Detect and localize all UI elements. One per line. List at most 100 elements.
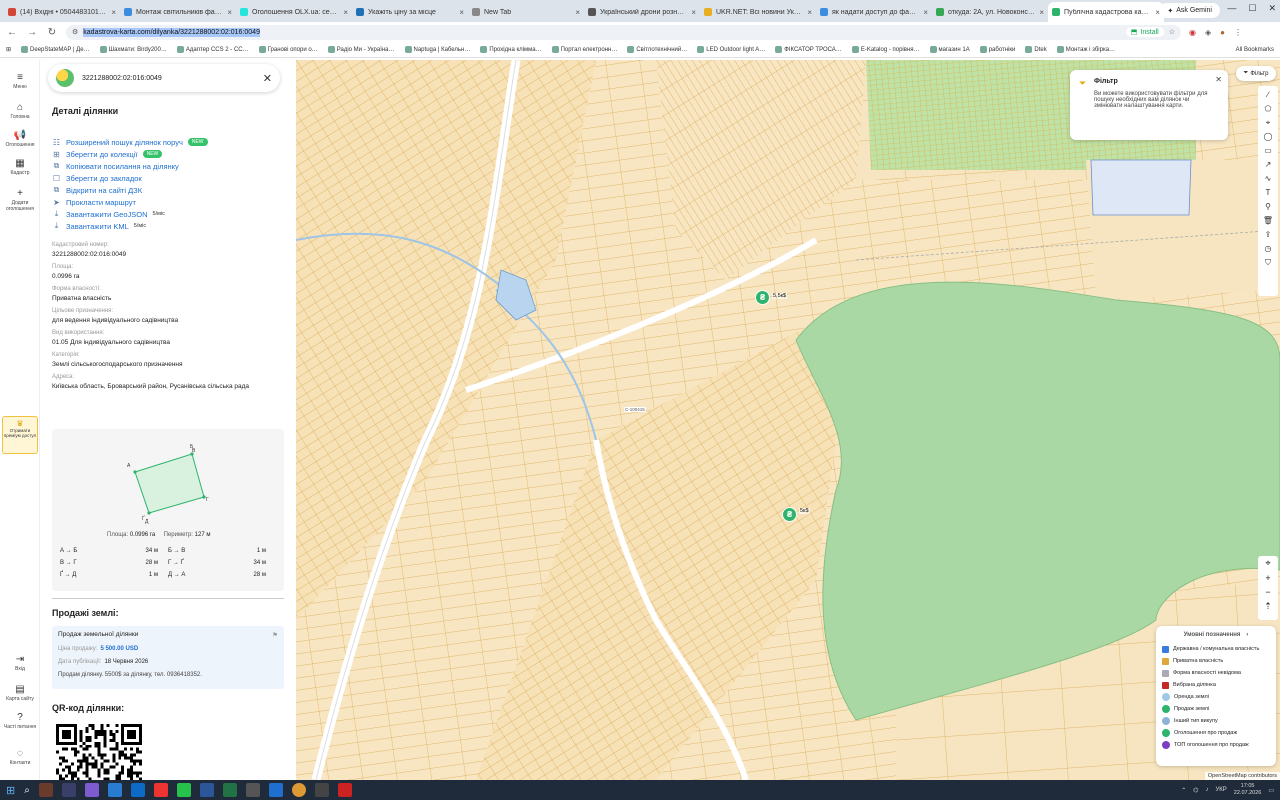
close-window-icon[interactable]: ✕ — [1268, 3, 1276, 14]
language-indicator[interactable]: УКР — [1215, 787, 1226, 793]
rail-contacts[interactable]: ◌ Контакти — [0, 748, 40, 766]
address-bar[interactable]: ⚙ kadastrova-karta.com/dilyanka/32212880… — [66, 24, 1181, 40]
locate-icon[interactable]: ⌖ — [1265, 558, 1270, 569]
parcel-action-link[interactable]: ⊞ Зберегти до колекції NEW — [52, 148, 288, 160]
bookmark-icon[interactable]: ⛉ — [1265, 257, 1271, 268]
back-icon[interactable]: ← — [6, 27, 18, 38]
bookmark-item[interactable]: Naptuga | Кабельн… — [404, 46, 470, 53]
parcel-action-link[interactable]: ☷ Розширений пошук ділянок поруч NEW — [52, 136, 288, 148]
draw-line-icon[interactable]: ∕ — [1267, 89, 1268, 100]
all-bookmarks-button[interactable]: All Bookmarks — [1236, 47, 1274, 53]
tray-up-icon[interactable]: ⌃ — [1181, 787, 1186, 794]
flag-icon[interactable]: ⚑ — [272, 631, 278, 639]
cadastral-map[interactable]: ₴ 5,5к$ ₴ 5к$ С-100415 ⏷ Фільтр Ви может… — [296, 60, 1280, 780]
zoom-in-icon[interactable]: + — [1265, 573, 1270, 583]
share-icon[interactable]: ⇪ — [1265, 229, 1272, 240]
history-icon[interactable]: ◷ — [1265, 243, 1272, 254]
app-icon[interactable] — [38, 783, 53, 797]
browser-tab[interactable]: Оголошення OLX.ua: серв… × — [236, 2, 352, 22]
browser-tab[interactable]: Укажіть ціну за місце × — [352, 2, 468, 22]
app-icon[interactable] — [245, 783, 260, 797]
word-icon[interactable] — [199, 783, 214, 797]
rail-home[interactable]: ⌂ Головна — [0, 102, 40, 120]
rail-cadastre[interactable]: ▦ Кадастр — [0, 158, 40, 176]
tab-close-icon[interactable]: × — [343, 8, 348, 17]
bookmark-item[interactable]: DeepStateMAP | Де… — [21, 46, 90, 53]
parcel-action-link[interactable]: ➤ Прокласти маршрут — [52, 196, 288, 208]
excel-icon[interactable] — [222, 783, 237, 797]
arrow-icon[interactable]: ↗ — [1265, 159, 1272, 170]
outlook-icon[interactable] — [130, 783, 145, 797]
forward-icon[interactable]: → — [26, 27, 38, 38]
bookmark-item[interactable]: магазин 1А — [929, 46, 970, 53]
bookmark-item[interactable]: Портал електронн… — [551, 46, 617, 53]
app-icon[interactable] — [314, 783, 329, 797]
browser-tab[interactable]: Публічна кадастрова карта… × — [1048, 2, 1164, 22]
pdf-icon[interactable] — [337, 783, 352, 797]
notifications-icon[interactable]: ▭ — [1268, 787, 1274, 794]
tab-close-icon[interactable]: × — [691, 8, 696, 17]
bookmark-item[interactable]: LED Outdoor light A… — [697, 46, 765, 53]
zoom-out-icon[interactable]: − — [1265, 587, 1270, 597]
parcel-action-link[interactable]: ⤓ Завантажити KML 5/міс — [52, 220, 288, 232]
bookmark-item[interactable]: Радіо Ми - Україна… — [327, 46, 395, 53]
browser-tab[interactable]: откуда: 2А, ул. Новоконст… × — [932, 2, 1048, 22]
tab-close-icon[interactable]: × — [227, 8, 232, 17]
rail-ads[interactable]: 📢 Оголошення — [0, 130, 40, 148]
bookmark-item[interactable]: Адаптер CCS 2 - CC… — [176, 46, 249, 53]
bookmark-item[interactable]: Монтаж і збірка… — [1056, 46, 1115, 53]
app-icon[interactable] — [268, 783, 283, 797]
tab-close-icon[interactable]: × — [111, 8, 116, 17]
rail-faq[interactable]: ? Часті питання — [0, 712, 40, 730]
rail-site-map[interactable]: ▤ Карта сайту — [0, 684, 40, 702]
sale-card[interactable]: Продаж земельної ділянки ⚑ Ціна продажу: 5… — [52, 626, 284, 689]
search-icon[interactable]: ⌕ — [24, 785, 30, 796]
trash-icon[interactable]: 🗑 — [1263, 215, 1273, 226]
browser-tab[interactable]: Український дрони рознесь… × — [584, 2, 700, 22]
bookmark-star-icon[interactable]: ☆ — [1169, 28, 1175, 36]
tab-close-icon[interactable]: × — [575, 8, 580, 17]
clock[interactable]: 17:05 22.07.2026 — [1234, 783, 1262, 797]
bookmark-item[interactable]: E-Katalog - порівня… — [851, 46, 920, 53]
compass-icon[interactable]: ⇡ — [1264, 601, 1272, 612]
reload-icon[interactable]: ↻ — [46, 27, 58, 38]
network-icon[interactable]: ⌬ — [1193, 787, 1198, 794]
marker-icon[interactable]: ⌖ — [1266, 117, 1271, 128]
premium-access-button[interactable]: ♛ Отримати преміум доступ — [2, 416, 38, 454]
apps-grid-icon[interactable]: ⊞ — [6, 46, 11, 53]
draw-circle-icon[interactable]: ◯ — [1264, 131, 1273, 142]
more-menu-icon[interactable]: ⋮ — [1234, 28, 1242, 37]
bookmark-item[interactable]: работніки — [979, 46, 1015, 53]
bookmark-item[interactable]: Гранові опори о… — [258, 46, 318, 53]
pin-icon[interactable]: ⚲ — [1265, 201, 1271, 212]
address-url[interactable]: kadastrova-karta.com/dilyanka/3221288002… — [83, 27, 260, 37]
bookmark-item[interactable]: Світлотехнічний… — [627, 46, 687, 53]
search-input[interactable]: 3221288002:02:016:0049 — [82, 75, 162, 82]
whatsapp-icon[interactable] — [176, 783, 191, 797]
parcel-action-link[interactable]: ⤓ Завантажити GeoJSON 5/міс — [52, 208, 288, 220]
bookmark-item[interactable]: Прохідна клімма… — [480, 46, 542, 53]
parcel-action-link[interactable]: ⧉ Відкрити на сайті ДЗК — [52, 184, 288, 196]
text-icon[interactable]: T — [1266, 187, 1271, 198]
collapse-legend-icon[interactable]: ‹ — [1246, 632, 1248, 638]
filter-button[interactable]: ⏷ Фільтр — [1236, 66, 1276, 81]
site-info-icon[interactable]: ⚙ — [72, 28, 78, 36]
draw-polygon-icon[interactable]: ⬠ — [1265, 103, 1272, 114]
freehand-icon[interactable]: ∿ — [1265, 173, 1272, 184]
rail-add-ad[interactable]: + Додати оголошення — [0, 188, 40, 212]
close-tooltip-icon[interactable]: ✕ — [1215, 75, 1222, 84]
browser-tab[interactable]: New Tab × — [468, 2, 584, 22]
app-icon[interactable] — [61, 783, 76, 797]
bookmark-item[interactable]: Dtek — [1025, 46, 1047, 53]
telegram-icon[interactable] — [107, 783, 122, 797]
maximize-icon[interactable]: ☐ — [1248, 3, 1256, 14]
chrome-icon[interactable] — [291, 783, 306, 797]
map-canvas[interactable] — [296, 60, 1280, 780]
viber-icon[interactable] — [84, 783, 99, 797]
close-icon[interactable]: ✕ — [263, 72, 272, 85]
tab-close-icon[interactable]: × — [1039, 8, 1044, 17]
browser-tab[interactable]: як надати доступ до файл… × — [816, 2, 932, 22]
bookmark-item[interactable]: Шахмати: Birdy200… — [99, 46, 167, 53]
tab-close-icon[interactable]: × — [923, 8, 928, 17]
extension-icon[interactable]: ◉ — [1189, 28, 1196, 37]
